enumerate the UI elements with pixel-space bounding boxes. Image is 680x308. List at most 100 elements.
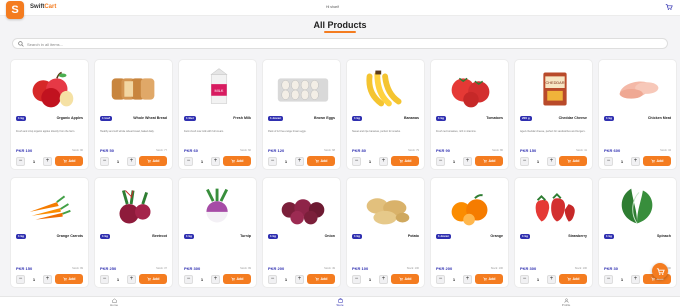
product-image[interactable] [431, 60, 508, 116]
app-logo[interactable]: S [6, 1, 24, 19]
decrement-button[interactable]: − [352, 274, 361, 284]
product-card[interactable]: 1 kg Bananas Sweet and ripe bananas, per… [346, 59, 425, 170]
product-card[interactable]: 1 loaf Whole Wheat Bread Healthy and sof… [94, 59, 173, 170]
product-card[interactable]: 1 kg Chicken Meat PKR 600 Stock: 34 − 1 … [598, 59, 677, 170]
increment-button[interactable]: + [42, 156, 52, 166]
product-image[interactable]: MILK [179, 60, 256, 116]
quantity-value: 1 [368, 276, 372, 282]
product-card[interactable]: 1 dozen Orange PKR 200 Stock: 100 − 1 + … [430, 177, 509, 288]
increment-button[interactable]: + [378, 274, 388, 284]
add-to-cart-button[interactable]: Add [307, 274, 335, 284]
increment-button[interactable]: + [462, 156, 472, 166]
unit-badge: 1 kg [268, 234, 279, 239]
product-image[interactable] [263, 178, 340, 234]
bottom-nav: Home Store Profile [0, 296, 680, 308]
decrement-button[interactable]: − [268, 274, 277, 284]
decrement-button[interactable]: − [520, 156, 529, 166]
increment-button[interactable]: + [294, 274, 304, 284]
decrement-button[interactable]: − [100, 156, 109, 166]
product-card[interactable]: 1 kg Tomatoes Fresh red tomatoes, rich i… [430, 59, 509, 170]
increment-button[interactable]: + [462, 274, 472, 284]
product-image[interactable] [95, 178, 172, 234]
product-image[interactable] [599, 60, 676, 116]
add-to-cart-button[interactable]: Add [55, 156, 83, 166]
add-to-cart-button[interactable]: Add [475, 274, 503, 284]
product-image[interactable] [599, 178, 676, 234]
product-image[interactable] [11, 60, 88, 116]
product-name: Turnip [240, 234, 251, 238]
product-card[interactable]: 1 kg Onion PKR 200 Stock: 49 − 1 + Add [262, 177, 341, 288]
add-to-cart-button[interactable]: Add [391, 156, 419, 166]
decrement-button[interactable]: − [268, 156, 277, 166]
nav-store[interactable]: Store [325, 298, 355, 307]
cart-icon[interactable] [665, 3, 673, 11]
add-to-cart-button[interactable]: Add [139, 156, 167, 166]
increment-button[interactable]: + [294, 156, 304, 166]
floating-cart-button[interactable] [652, 263, 668, 279]
product-price: PKR 150 [16, 266, 33, 271]
product-image[interactable] [347, 178, 424, 234]
decrement-button[interactable]: − [16, 156, 25, 166]
add-to-cart-button[interactable]: Add [559, 274, 587, 284]
decrement-button[interactable]: − [184, 274, 193, 284]
nav-profile[interactable]: Profile [551, 298, 581, 307]
decrement-button[interactable]: − [520, 274, 529, 284]
increment-button[interactable]: + [546, 156, 556, 166]
increment-button[interactable]: + [42, 274, 52, 284]
product-card[interactable]: 1 kg Beetroot PKR 250 Stock: 37 − 1 + Ad… [94, 177, 173, 288]
product-card[interactable]: MILK 1 liter Fresh Milk Farm-fresh cow m… [178, 59, 257, 170]
product-image[interactable] [179, 178, 256, 234]
add-to-cart-button[interactable]: Add [307, 156, 335, 166]
increment-button[interactable]: + [126, 274, 136, 284]
stock-count: Stock: 77 [156, 149, 167, 152]
stock-count: Stock: 79 [408, 149, 419, 152]
add-to-cart-button[interactable]: Add [223, 274, 251, 284]
increment-button[interactable]: + [630, 156, 640, 166]
decrement-button[interactable]: − [604, 156, 613, 166]
decrement-button[interactable]: − [16, 274, 25, 284]
increment-button[interactable]: + [210, 156, 220, 166]
add-to-cart-button[interactable]: Add [223, 156, 251, 166]
increment-button[interactable]: + [210, 274, 220, 284]
product-image[interactable] [95, 60, 172, 116]
increment-button[interactable]: + [546, 274, 556, 284]
increment-button[interactable]: + [126, 156, 136, 166]
product-card[interactable]: 1 kg Organic Apples Fresh and crisp orga… [10, 59, 89, 170]
quantity-stepper: − 1 + [520, 274, 556, 284]
product-card[interactable]: 1 kg Orange Carrots PKR 150 Stock: 99 − … [10, 177, 89, 288]
product-image[interactable] [347, 60, 424, 116]
product-card[interactable]: 1 kg Potato PKR 100 Stock: 100 − 1 + Add [346, 177, 425, 288]
decrement-button[interactable]: − [184, 156, 193, 166]
search-input[interactable] [27, 40, 627, 48]
add-to-cart-button[interactable]: Add [55, 274, 83, 284]
product-image[interactable] [263, 60, 340, 116]
decrement-button[interactable]: − [604, 274, 613, 284]
product-photo [451, 77, 489, 108]
product-card[interactable]: 1 dozen Brown Eggs Pack of 12 free-range… [262, 59, 341, 170]
quantity-stepper: − 1 + [184, 156, 220, 166]
product-name: Orange Carrots [56, 234, 83, 238]
product-image[interactable] [431, 178, 508, 234]
product-image[interactable] [515, 178, 592, 234]
add-to-cart-button[interactable]: Add [139, 274, 167, 284]
decrement-button[interactable]: − [436, 274, 445, 284]
decrement-button[interactable]: − [100, 274, 109, 284]
add-to-cart-button[interactable]: Add [475, 156, 503, 166]
search-bar[interactable] [12, 38, 668, 49]
product-price: PKR 250 [100, 266, 117, 271]
brand-name[interactable]: SwiftCart [30, 4, 56, 10]
add-to-cart-button[interactable]: Add [643, 156, 671, 166]
product-card[interactable]: CHEDDAR 200 g Cheddar Cheese Aged chedda… [514, 59, 593, 170]
add-to-cart-button[interactable]: Add [391, 274, 419, 284]
decrement-button[interactable]: − [352, 156, 361, 166]
product-card[interactable]: 1 kg Strawberry PKR 300 Stock: 100 − 1 +… [514, 177, 593, 288]
product-image[interactable]: CHEDDAR [515, 60, 592, 116]
product-image[interactable] [11, 178, 88, 234]
increment-button[interactable]: + [630, 274, 640, 284]
add-to-cart-button[interactable]: Add [559, 156, 587, 166]
nav-home[interactable]: Home [99, 298, 129, 307]
product-card[interactable]: 1 kg Turnip PKR 300 Stock: 99 − 1 + Add [178, 177, 257, 288]
increment-button[interactable]: + [378, 156, 388, 166]
product-name: Onion [324, 234, 335, 238]
decrement-button[interactable]: − [436, 156, 445, 166]
